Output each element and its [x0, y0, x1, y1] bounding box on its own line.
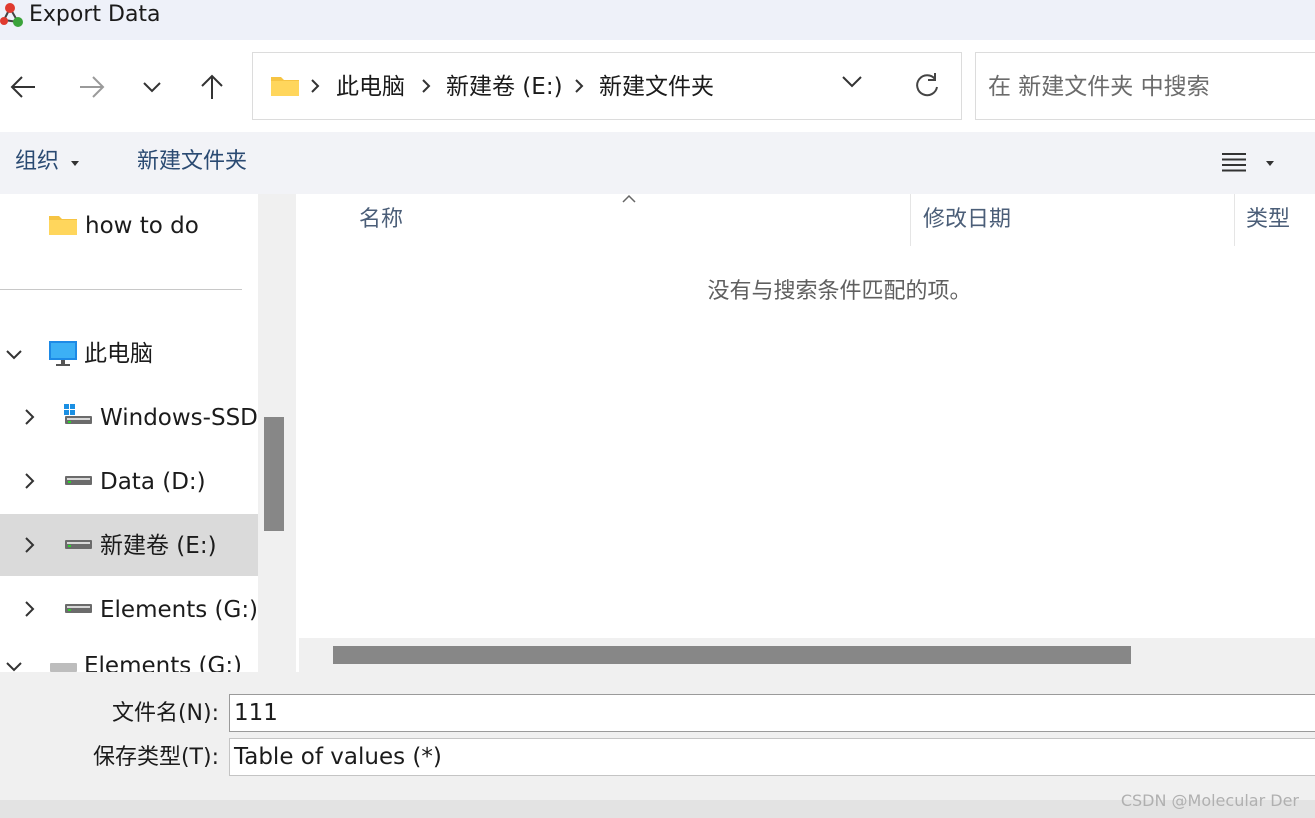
column-divider[interactable]	[1234, 194, 1235, 246]
column-header-date[interactable]: 修改日期	[923, 204, 1011, 236]
arrow-right-icon	[80, 76, 105, 98]
breadcrumb-separator-icon	[422, 79, 431, 93]
file-list: 名称 修改日期 类型 没有与搜索条件匹配的项。	[297, 194, 1315, 672]
drive-icon	[65, 540, 92, 549]
column-header-type[interactable]: 类型	[1246, 204, 1290, 236]
molecule-icon	[0, 3, 23, 27]
chevron-right-icon[interactable]	[25, 473, 35, 489]
dialog-footer	[0, 800, 1315, 818]
navigation-pane: how to do 此电脑 Windows-SSD Data (D:) 新建卷 …	[0, 194, 258, 672]
filename-value: 111	[234, 700, 278, 726]
breadcrumb-volume-e[interactable]: 新建卷 (E:)	[446, 71, 563, 103]
nav-item-volume-e[interactable]: 新建卷 (E:)	[0, 514, 258, 576]
filetype-value: Table of values (*)	[234, 744, 442, 770]
organize-button[interactable]: 组织	[15, 146, 59, 178]
chevron-down-icon[interactable]	[841, 75, 863, 89]
nav-item-label: Data (D:)	[100, 469, 206, 495]
nav-item-label: Windows-SSD	[100, 405, 258, 431]
folder-icon	[271, 77, 299, 96]
folder-icon	[49, 216, 77, 235]
breadcrumb-this-pc[interactable]: 此电脑	[336, 71, 405, 103]
drive-icon	[50, 663, 77, 672]
chevron-down-icon	[143, 82, 161, 93]
navpane-scrollbar-thumb[interactable]	[264, 417, 284, 531]
refresh-icon[interactable]	[913, 71, 941, 99]
filetype-select[interactable]: Table of values (*)	[229, 738, 1315, 776]
chevron-right-icon[interactable]	[25, 537, 35, 553]
nav-item-label: how to do	[85, 213, 199, 239]
nav-item-elements-g[interactable]: Elements (G:)	[0, 578, 258, 640]
filelist-horizontal-scrollbar-thumb[interactable]	[333, 646, 1131, 664]
search-box[interactable]	[975, 52, 1315, 120]
window-title: Export Data	[29, 2, 161, 27]
nav-item-data-d[interactable]: Data (D:)	[0, 450, 258, 512]
title-bar: Export Data	[0, 0, 1315, 40]
nav-item-label: Elements (G:)	[100, 597, 258, 623]
chevron-right-icon[interactable]	[25, 409, 35, 425]
address-bar[interactable]: 此电脑 新建卷 (E:) 新建文件夹	[252, 52, 962, 120]
arrow-up-icon	[201, 74, 223, 99]
empty-list-message: 没有与搜索条件匹配的项。	[707, 279, 972, 304]
breadcrumb-separator-icon	[575, 79, 584, 93]
new-folder-button[interactable]: 新建文件夹	[137, 146, 247, 178]
nav-divider	[0, 289, 242, 290]
drive-icon	[65, 604, 92, 613]
watermark-text: CSDN @Molecular Der	[1120, 791, 1299, 810]
filetype-label: 保存类型(T):	[92, 745, 219, 770]
nav-item-elements-g-network[interactable]: Elements (G:)	[0, 646, 258, 672]
nav-item-windows-ssd[interactable]: Windows-SSD	[0, 386, 258, 448]
recent-locations-button[interactable]	[137, 70, 167, 104]
column-divider[interactable]	[910, 194, 911, 246]
breadcrumb-separator-icon	[311, 79, 320, 93]
breadcrumb-new-folder[interactable]: 新建文件夹	[599, 71, 714, 103]
filename-label: 文件名(N):	[111, 701, 219, 726]
view-options-caret-icon[interactable]	[1266, 161, 1274, 166]
nav-item-label: 新建卷 (E:)	[100, 533, 217, 559]
arrow-left-icon	[10, 76, 35, 98]
chevron-down-icon[interactable]	[6, 662, 22, 672]
back-button[interactable]	[8, 70, 38, 104]
nav-item-how-to-do[interactable]: how to do	[0, 194, 258, 256]
column-header-name[interactable]: 名称	[359, 204, 403, 236]
nav-item-this-pc[interactable]: 此电脑	[0, 324, 258, 386]
forward-button[interactable]	[77, 70, 107, 104]
list-view-icon[interactable]	[1221, 152, 1247, 172]
filename-field[interactable]: 111	[229, 694, 1315, 732]
toolbar: 组织 新建文件夹	[0, 132, 1315, 194]
organize-caret-icon	[71, 161, 79, 166]
sort-ascending-icon	[622, 194, 636, 203]
save-form-panel: 文件名(N): 111 保存类型(T): Table of values (*)	[0, 672, 1315, 818]
search-input[interactable]	[986, 69, 1310, 105]
chevron-right-icon[interactable]	[25, 601, 35, 617]
windows-drive-icon	[64, 404, 92, 424]
drive-icon	[65, 476, 92, 485]
nav-item-label: 此电脑	[84, 341, 153, 367]
computer-icon	[49, 341, 77, 366]
nav-item-label: Elements (G:)	[84, 653, 243, 672]
chevron-down-icon[interactable]	[6, 350, 22, 360]
up-button[interactable]	[197, 70, 227, 104]
